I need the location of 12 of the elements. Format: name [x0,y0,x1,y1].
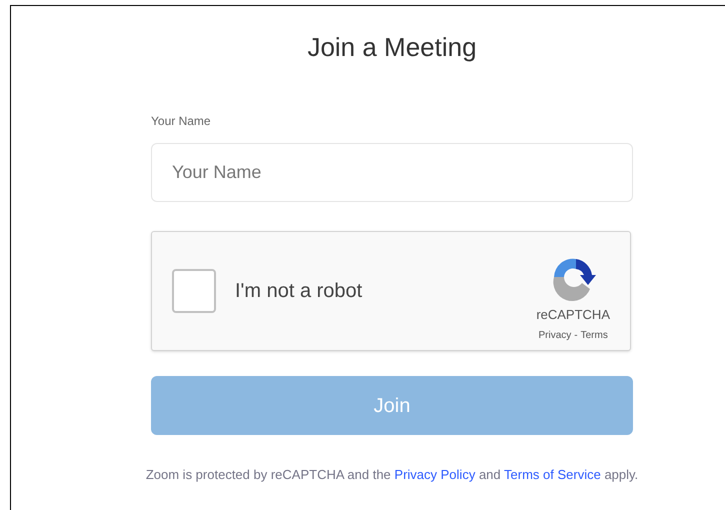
captcha-brand: reCAPTCHA [536,306,610,324]
policy-link[interactable]: Terms of Service [504,467,601,482]
field-label: Your Name [151,113,211,130]
policy-link[interactable]: Privacy Policy [394,467,476,482]
page-title: Join a Meeting [307,31,477,64]
separator: - [574,329,578,344]
recaptcha-notice: Zoom is protected by reCAPTCHA and the Privacy Policy and Terms of Service apply. [146,466,638,484]
name-field[interactable]: Your Name [151,143,633,202]
robot-checkbox[interactable] [172,269,216,313]
checkbox-label: I'm not a robot [235,279,364,304]
privacy-link[interactable]: Privacy [538,328,572,344]
terms-link[interactable]: Terms [580,328,608,344]
